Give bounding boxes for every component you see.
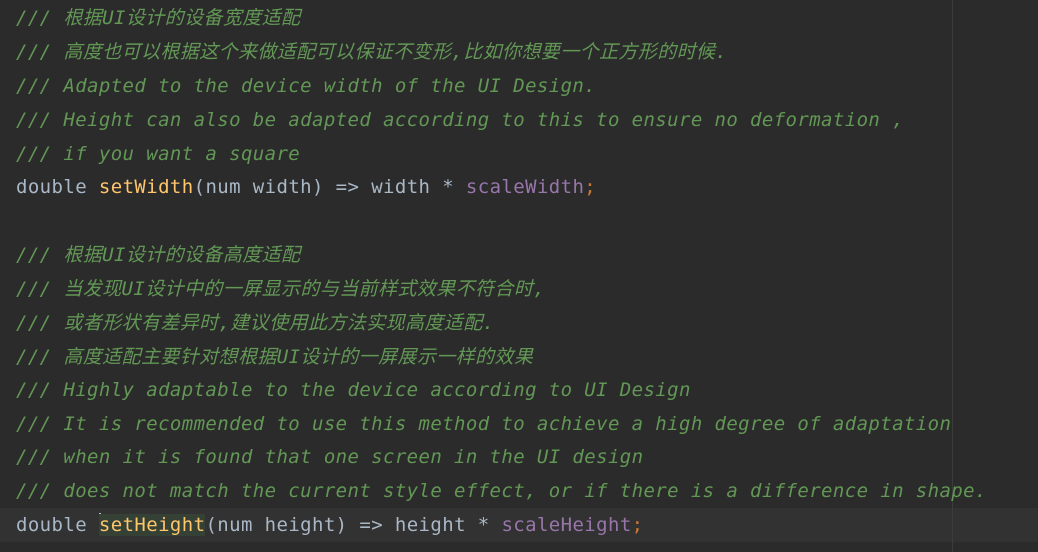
doc-comment-line: /// Height can also be adapted according… <box>16 109 904 131</box>
doc-comment-line: /// Adapted to the device width of the U… <box>16 75 597 97</box>
code-line-set-height: double setHeight(num height) => height *… <box>16 508 644 542</box>
code-editor[interactable]: /// 根据UI设计的设备宽度适配 /// 高度也可以根据这个来做适配可以保证不… <box>0 0 1038 552</box>
code-line-set-width: double setWidth(num width) => width * sc… <box>16 170 596 204</box>
semicolon: ; <box>584 176 597 198</box>
doc-comment-line: /// 根据UI设计的设备宽度适配 <box>16 7 301 29</box>
function-name: setWidth <box>98 176 194 198</box>
doc-comment-line: /// 当发现UI设计中的一屏显示的与当前样式效果不符合时, <box>16 278 546 300</box>
type-keyword: double <box>16 514 88 536</box>
doc-comment-line: /// 高度也可以根据这个来做适配可以保证不变形,比如你想要一个正方形的时候. <box>16 41 728 63</box>
semicolon: ; <box>631 514 644 536</box>
doc-comment-line: /// 或者形状有差异时,建议使用此方法实现高度适配. <box>16 312 495 334</box>
doc-comment-line: /// 根据UI设计的设备高度适配 <box>16 244 301 266</box>
function-params: (num height) => height * <box>205 514 502 536</box>
doc-comment-line: /// It is recommended to use this method… <box>16 413 952 435</box>
field-reference: scaleHeight <box>501 514 632 536</box>
right-margin-guide <box>952 0 953 552</box>
type-keyword: double <box>16 176 88 198</box>
doc-comment-line: /// 高度适配主要针对想根据UI设计的一屏展示一样的效果 <box>16 346 534 368</box>
field-reference: scaleWidth <box>465 176 585 198</box>
doc-comment-line: /// Highly adaptable to the device accor… <box>16 379 691 401</box>
function-name: setHeight <box>98 514 206 536</box>
doc-comment-line: /// if you want a square <box>16 143 301 165</box>
function-params: (num width) => width * <box>193 176 466 198</box>
doc-comment-line: /// does not match the current style eff… <box>16 480 987 502</box>
doc-comment-line: /// when it is found that one screen in … <box>16 446 644 468</box>
